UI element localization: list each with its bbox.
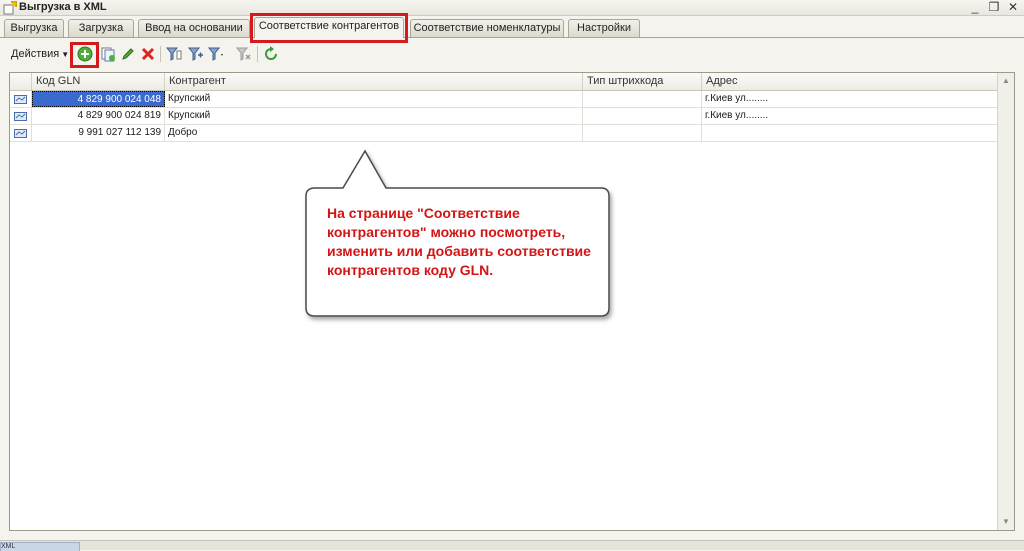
cell-address[interactable]: г.Киев ул........ <box>702 91 998 107</box>
toolbar-separator <box>160 46 161 62</box>
callout-text: На странице "Соответствие контрагентов" … <box>327 205 591 278</box>
tab-label: Настройки <box>577 22 631 34</box>
cell-contractor[interactable]: Крупский <box>165 108 583 124</box>
app-icon <box>3 1 17 15</box>
cell-barcode-type[interactable] <box>583 108 702 124</box>
header-barcode-type[interactable]: Тип штрихкода <box>583 73 702 90</box>
tab-label: Выгрузка <box>10 22 58 34</box>
record-icon <box>14 129 27 138</box>
tab-input-based[interactable]: Ввод на основании <box>138 19 250 37</box>
cell-barcode-type[interactable] <box>583 91 702 107</box>
table-row[interactable]: 4 829 900 024 819 Крупский г.Киев ул....… <box>10 108 998 125</box>
tab-nomenclature-matching[interactable]: Соответствие номенклатуры <box>410 19 564 37</box>
delete-icon[interactable] <box>140 46 156 62</box>
filter-icon[interactable] <box>166 46 182 62</box>
cell-gln-code[interactable]: 4 829 900 024 819 <box>32 108 165 124</box>
header-label: Контрагент <box>169 75 226 87</box>
row-icon-cell <box>10 108 32 124</box>
filter-by-value-icon[interactable] <box>188 46 204 62</box>
header-label: Тип штрихкода <box>587 75 664 87</box>
header-label: Код GLN <box>36 75 81 87</box>
record-icon <box>14 112 27 121</box>
edit-icon[interactable] <box>120 46 136 62</box>
cell-address[interactable]: г.Киев ул........ <box>702 108 998 124</box>
tab-strip: Выгрузка Загрузка Ввод на основании Соот… <box>0 16 1024 38</box>
header-address[interactable]: Адрес <box>702 73 998 90</box>
cell-contractor[interactable]: Добро <box>165 125 583 141</box>
close-icon[interactable]: ✕ <box>1004 0 1022 15</box>
caret-down-icon: ▼ <box>61 50 70 59</box>
vertical-scrollbar[interactable]: ▲ ▼ <box>997 73 1014 530</box>
tab-settings[interactable]: Настройки <box>568 19 640 37</box>
copy-icon[interactable] <box>100 46 116 62</box>
cell-gln-code[interactable]: 4 829 900 024 048 <box>32 91 165 107</box>
refresh-icon[interactable] <box>263 46 279 62</box>
cell-address[interactable] <box>702 125 998 141</box>
tab-highlight-box <box>250 13 408 43</box>
cell-gln-code[interactable]: 9 991 027 112 139 <box>32 125 165 141</box>
header-gln-code[interactable]: Код GLN <box>32 73 165 90</box>
table-header: Код GLN Контрагент Тип штрихкода Адрес <box>10 73 998 91</box>
window-title-bar: Выгрузка в XML _ ❐ ✕ <box>0 0 1024 16</box>
tab-import[interactable]: Загрузка <box>68 19 134 37</box>
minimize-icon[interactable]: _ <box>966 0 984 15</box>
actions-menu[interactable]: Действия ▼ <box>11 48 69 60</box>
tab-export[interactable]: Выгрузка <box>4 19 64 37</box>
header-label: Адрес <box>706 75 738 87</box>
record-icon <box>14 95 27 104</box>
toolbar-separator <box>257 46 258 62</box>
tab-label: Ввод на основании <box>145 22 243 34</box>
row-icon-cell <box>10 91 32 107</box>
tab-label: Загрузка <box>78 22 124 34</box>
row-icon-cell <box>10 125 32 141</box>
tab-label: Соответствие номенклатуры <box>413 22 561 34</box>
header-icon-column <box>10 73 32 90</box>
cell-barcode-type[interactable] <box>583 125 702 141</box>
window-title: Выгрузка в XML <box>19 1 107 13</box>
table-row[interactable]: 4 829 900 024 048 Крупский г.Киев ул....… <box>10 91 998 108</box>
restore-icon[interactable]: ❐ <box>985 0 1003 15</box>
add-button-highlight-box <box>70 42 99 68</box>
help-callout: На странице "Соответствие контрагентов" … <box>303 149 611 318</box>
status-bar: XML <box>0 540 1024 551</box>
table-row[interactable]: 9 991 027 112 139 Добро <box>10 125 998 142</box>
cell-contractor[interactable]: Крупский <box>165 91 583 107</box>
header-contractor[interactable]: Контрагент <box>165 73 583 90</box>
actions-label: Действия <box>11 48 60 60</box>
filter-history-icon[interactable] <box>208 46 224 62</box>
toolbar: Действия ▼ <box>0 40 1024 68</box>
clear-filter-icon[interactable] <box>236 46 252 62</box>
scroll-down-icon[interactable]: ▼ <box>998 514 1014 530</box>
scroll-up-icon[interactable]: ▲ <box>998 73 1014 89</box>
